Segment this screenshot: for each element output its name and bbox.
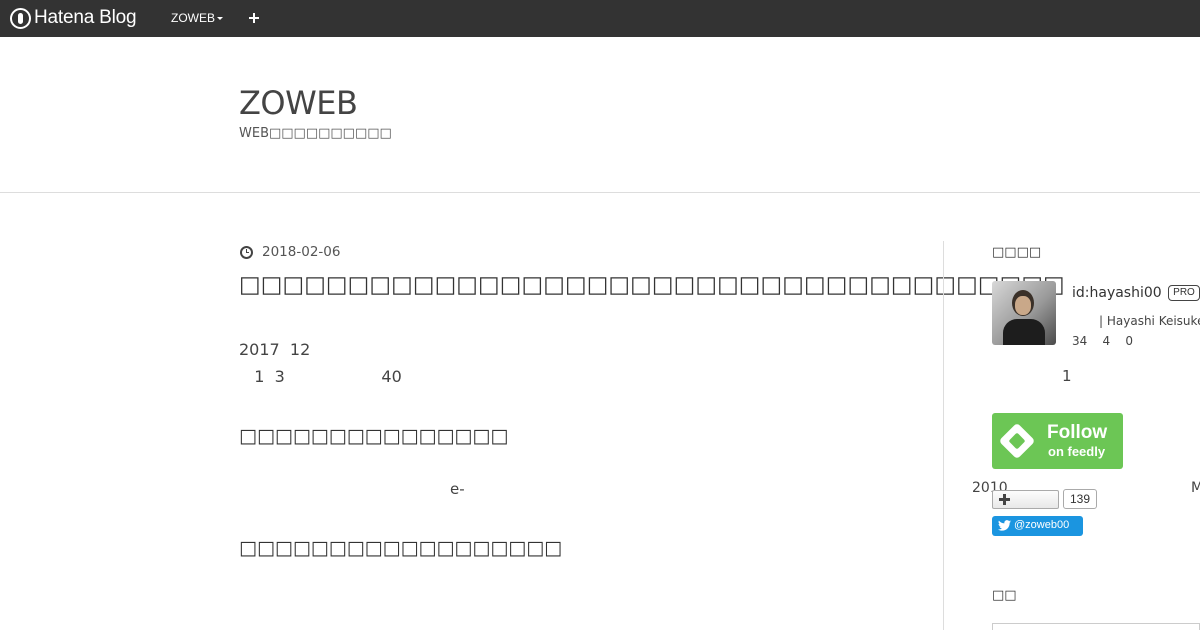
- hatena-logo-icon: [10, 7, 31, 29]
- blog-menu-label: ZOWEB: [171, 11, 215, 25]
- blog-title[interactable]: ZOWEB: [239, 84, 358, 122]
- profile-trailing-text: M: [1191, 480, 1200, 496]
- profile-stats: 34 4 0: [1072, 334, 1134, 348]
- plus-icon: [999, 494, 1010, 505]
- feedly-follow-button[interactable]: Follow on feedly: [992, 413, 1123, 469]
- twitter-handle-label: @zoweb00: [1014, 519, 1070, 531]
- entry-paragraph: 1 3 40: [239, 367, 402, 386]
- sidebar-search-title: □□: [992, 588, 1017, 603]
- sidebar-divider: [943, 241, 944, 630]
- pro-badge: PRO: [1168, 285, 1200, 301]
- avatar[interactable]: [992, 281, 1056, 345]
- header-divider: [0, 192, 1200, 193]
- caret-down-icon: [217, 16, 223, 20]
- entry-heading: □□□□□□□□□□□□□□□: [239, 425, 509, 447]
- twitter-bird-icon: [998, 520, 1011, 531]
- avatar-face: [1015, 296, 1031, 315]
- feedly-sub-label: on feedly: [1048, 444, 1106, 459]
- blog-menu-dropdown[interactable]: ZOWEB: [171, 11, 223, 25]
- search-input[interactable]: [992, 623, 1200, 630]
- hatena-logo-text: Hatena Blog: [34, 7, 137, 28]
- entry-paragraph: 2017 12: [239, 340, 311, 359]
- sidebar-profile-title: □□□□: [992, 245, 1042, 260]
- subscribe-button[interactable]: [992, 490, 1059, 509]
- hatena-blog-logo[interactable]: Hatena Blog: [10, 7, 137, 29]
- profile-name: | Hayashi Keisuke: [1099, 314, 1200, 328]
- clock-icon: [240, 245, 253, 259]
- global-header: Hatena Blog ZOWEB: [0, 0, 1200, 37]
- feedly-follow-label: Follow: [1047, 422, 1108, 443]
- entry-date-row: 2018-02-06: [240, 244, 340, 260]
- entry-title[interactable]: □□□□□□□□□□□□□□□□□□□□□□□□□□□□□□□□□□□□□□: [239, 272, 1065, 298]
- profile-extra: 1: [1062, 367, 1072, 385]
- profile-id-link[interactable]: id:hayashi00: [1072, 285, 1162, 301]
- subscriber-count: 139: [1063, 489, 1097, 509]
- entry-date[interactable]: 2018-02-06: [262, 244, 340, 260]
- entry-heading: □□□□□□□□□□□□□□□□□□: [239, 537, 563, 559]
- avatar-body: [1003, 319, 1045, 345]
- feedly-icon: [998, 422, 1036, 460]
- twitter-follow-button[interactable]: @zoweb00: [992, 516, 1083, 536]
- plus-icon[interactable]: [248, 8, 262, 28]
- blog-description: WEB□□□□□□□□□□: [239, 126, 392, 141]
- entry-paragraph: e-: [450, 480, 465, 498]
